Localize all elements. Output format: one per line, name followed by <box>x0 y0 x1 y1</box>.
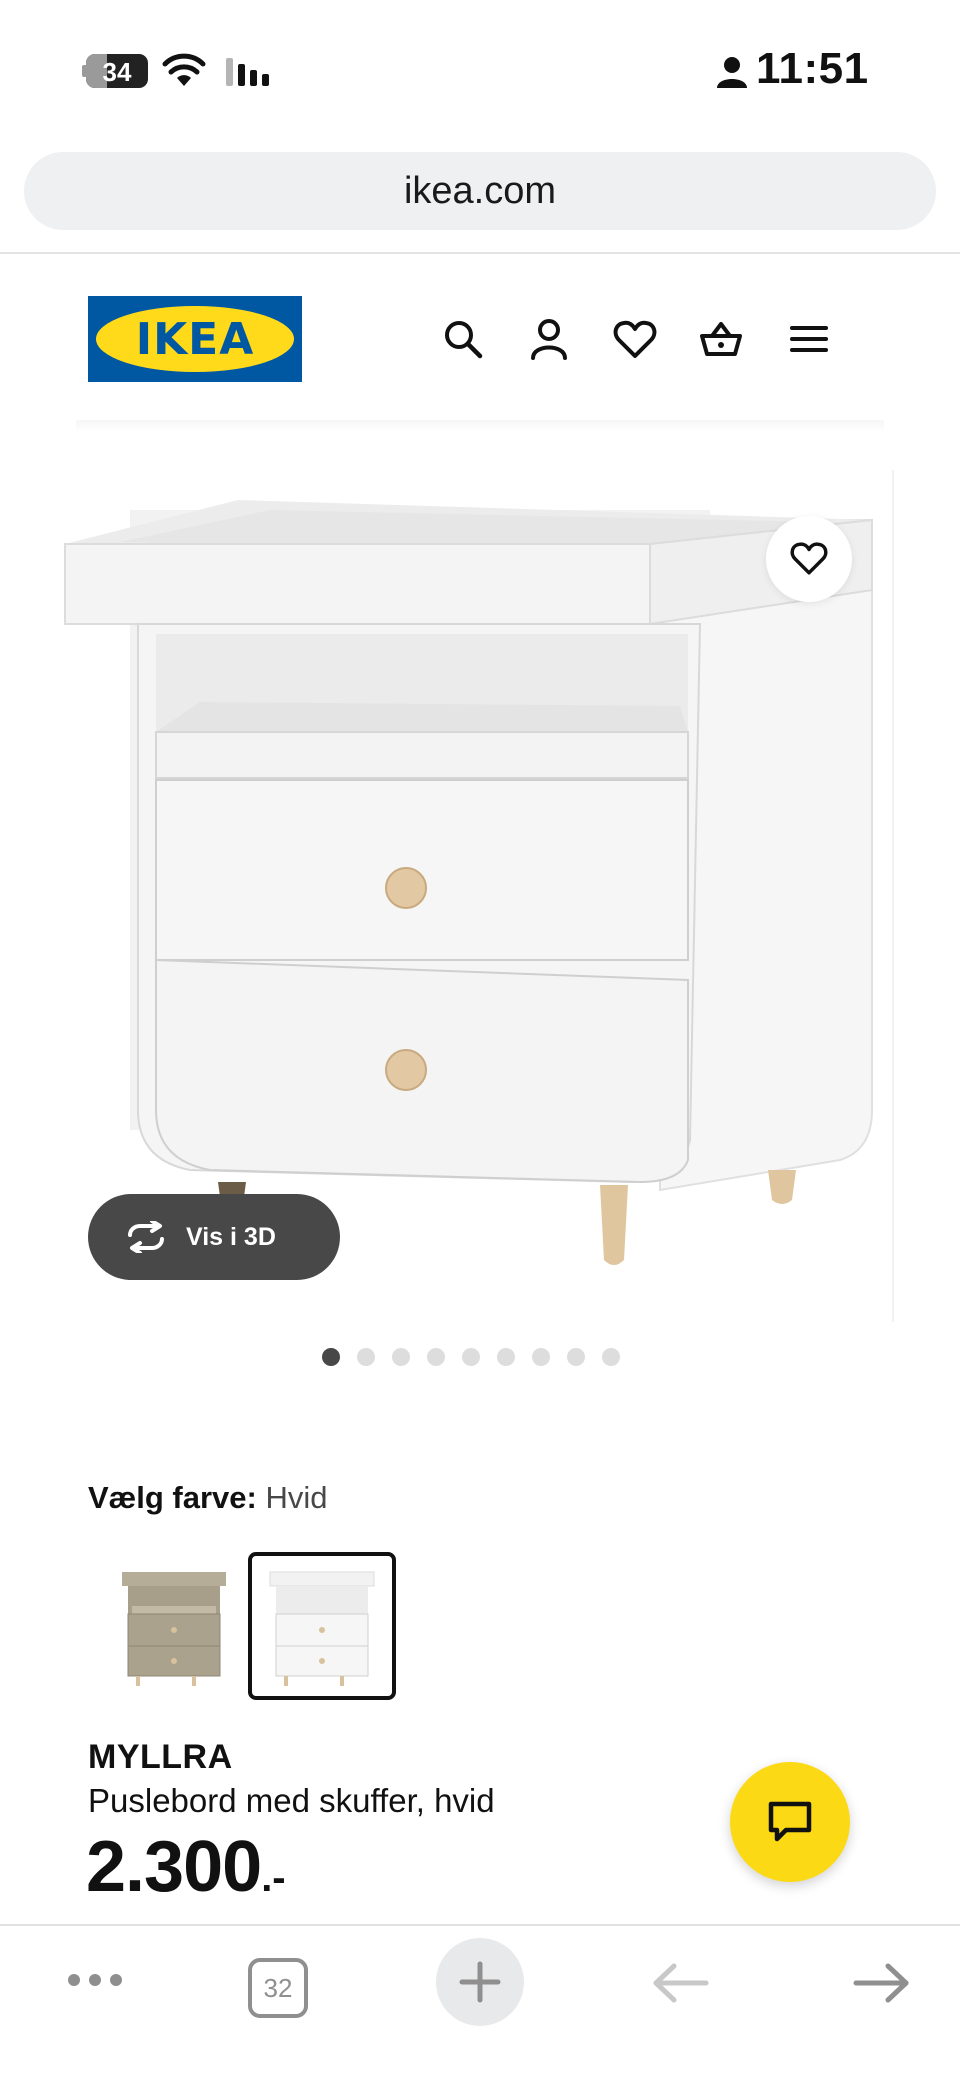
gallery-dot[interactable] <box>497 1348 515 1366</box>
gallery-dot[interactable] <box>567 1348 585 1366</box>
plus-icon <box>459 1961 501 2003</box>
chat-icon <box>768 1801 812 1842</box>
color-swatch-grey-beige[interactable] <box>100 1552 248 1700</box>
forward-arrow-icon[interactable] <box>852 1962 910 2009</box>
view-3d-label: Vis i 3D <box>186 1222 276 1251</box>
divider <box>0 252 960 254</box>
gallery-dot[interactable] <box>427 1348 445 1366</box>
gallery-dot[interactable] <box>357 1348 375 1366</box>
status-bar: 34 11:51 <box>0 0 960 140</box>
view-3d-button[interactable]: Vis i 3D <box>88 1194 340 1280</box>
url-text: ikea.com <box>403 169 557 212</box>
battery-icon: 34 <box>82 54 148 88</box>
image-edge <box>892 470 894 1322</box>
logo-text: IKEA <box>135 314 255 365</box>
clock: 11:51 <box>756 44 869 93</box>
gallery-dot[interactable] <box>392 1348 410 1366</box>
add-to-favourites-button[interactable] <box>766 516 852 602</box>
chat-button[interactable] <box>730 1762 850 1882</box>
product-price: 2.300.- <box>86 1826 286 1908</box>
gallery-dot[interactable] <box>532 1348 550 1366</box>
address-bar[interactable]: ikea.com <box>24 152 936 230</box>
tab-count: 32 <box>263 1972 293 2003</box>
color-value: Hvid <box>265 1480 328 1515</box>
ikea-logo[interactable]: IKEA <box>88 296 302 382</box>
gallery-dot[interactable] <box>602 1348 620 1366</box>
basket-icon[interactable] <box>698 316 744 362</box>
header-shadow <box>76 420 884 432</box>
gallery-pagination <box>322 1348 620 1366</box>
new-tab-button[interactable] <box>436 1938 524 2026</box>
battery-level: 34 <box>102 57 132 87</box>
more-options-icon[interactable] <box>66 1970 124 1995</box>
signal-icon <box>226 54 274 93</box>
menu-icon[interactable] <box>786 316 832 362</box>
person-icon <box>716 56 748 93</box>
tabs-button[interactable]: 32 <box>248 1958 308 2018</box>
heart-icon <box>790 542 828 575</box>
gallery-dot[interactable] <box>322 1348 340 1366</box>
price-value: 2.300 <box>86 1827 262 1907</box>
heart-icon[interactable] <box>612 316 658 362</box>
rotate-3d-icon <box>128 1221 164 1253</box>
back-arrow-icon[interactable] <box>652 1962 710 2009</box>
account-icon[interactable] <box>526 316 572 362</box>
price-suffix: .- <box>261 1856 286 1900</box>
color-key: Vælg farve: <box>88 1480 257 1515</box>
wifi-icon <box>162 52 206 93</box>
product-description: Puslebord med skuffer, hvid <box>88 1782 495 1819</box>
color-selector-label: Vælg farve: Hvid <box>88 1480 327 1516</box>
gallery-dot[interactable] <box>462 1348 480 1366</box>
product-name: MYLLRA <box>88 1738 233 1776</box>
search-icon[interactable] <box>440 316 486 362</box>
color-swatch-white[interactable] <box>248 1552 396 1700</box>
